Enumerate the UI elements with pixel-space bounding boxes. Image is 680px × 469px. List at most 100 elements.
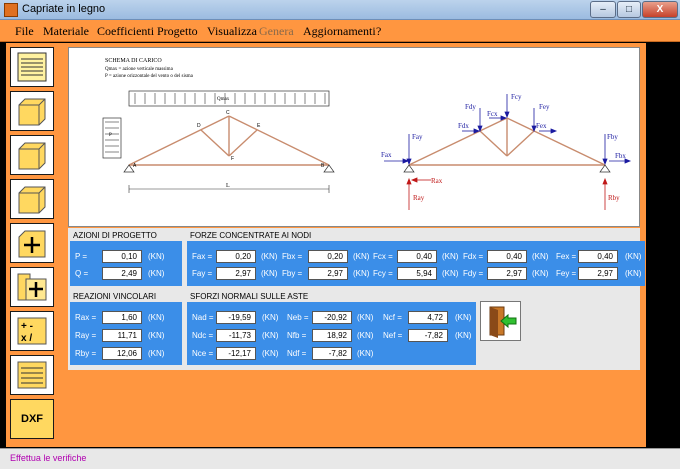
svg-text:x /: x / (21, 333, 32, 344)
tool-box1-button[interactable] (10, 91, 54, 131)
rby-field[interactable]: 12,06 (102, 347, 142, 360)
box-icon (18, 186, 46, 214)
fcx-unit: (KN) (442, 252, 459, 261)
box-icon (18, 142, 46, 170)
status-bar: Effettua le verifiche (0, 448, 680, 469)
exit-door-icon (489, 306, 516, 338)
sidebar-toolbar: + - x / DXF (6, 43, 62, 447)
fax-field[interactable]: 0,20 (216, 250, 256, 263)
force-fcy: Fcy (511, 93, 522, 101)
nef-field[interactable]: -7,82 (408, 329, 448, 342)
fax-label: Fax = (192, 252, 213, 261)
nce-field[interactable]: -12,17 (216, 347, 256, 360)
tool-document-button[interactable] (10, 47, 54, 87)
app-icon (4, 3, 18, 17)
fcx-field[interactable]: 0,40 (397, 250, 437, 263)
menu-help[interactable]: ? (376, 24, 381, 39)
neb-label: Neb = (287, 313, 309, 322)
menu-materiale[interactable]: Materiale (43, 24, 89, 39)
close-button[interactable]: X (642, 1, 678, 18)
tool-box2-button[interactable] (10, 135, 54, 175)
tool-calculate-button[interactable]: + - x / (10, 311, 54, 351)
rax-unit: (KN) (148, 313, 165, 322)
schema-title: SCHEMA DI CARICO (105, 58, 162, 64)
fex-label: Fex = (556, 252, 577, 261)
fay-field[interactable]: 2,97 (216, 267, 256, 280)
reaction-rax: Rax (431, 177, 443, 185)
menu-aggiornamenti[interactable]: Aggiornamenti (303, 24, 376, 39)
nfb-label: Nfb = (287, 331, 307, 340)
fey-label: Fey = (556, 269, 577, 278)
node-c-left: C (226, 110, 230, 116)
tool-box3-button[interactable] (10, 179, 54, 219)
exit-button[interactable] (480, 301, 521, 341)
svg-text:+ -: + - (21, 321, 33, 332)
fdx-label: Fdx = (463, 252, 484, 261)
menu-file[interactable]: File (15, 24, 34, 39)
nfb-field[interactable]: 18,92 (312, 329, 352, 342)
reaction-ray: Ray (413, 194, 425, 202)
window-title: Capriate in legno (22, 3, 106, 15)
fay-label: Fay = (192, 269, 213, 278)
menu-visualizza[interactable]: Visualizza (207, 24, 257, 39)
forze-title: FORZE CONCENTRATE AI NODI (190, 231, 312, 240)
p-label: P (109, 133, 112, 138)
tool-add-folder-button[interactable] (10, 267, 54, 307)
rby-label: Rby = (75, 349, 97, 358)
q-field[interactable]: 2,49 (102, 267, 142, 280)
p-field[interactable]: 0,10 (102, 250, 142, 263)
status-text: Effettua le verifiche (10, 453, 87, 463)
rax-field[interactable]: 1,60 (102, 311, 142, 324)
legend-p: P = azione orizzontale del vento o del s… (105, 74, 194, 79)
nce-label: Nce = (192, 349, 214, 358)
q-unit: (KN) (148, 269, 165, 278)
minimize-button[interactable]: – (590, 1, 616, 18)
rax-label: Rax = (75, 313, 97, 322)
menu-progetto[interactable]: Progetto (157, 24, 198, 39)
reazioni-title: REAZIONI VINCOLARI (73, 292, 157, 301)
force-fay: Fay (412, 133, 423, 141)
fcx-label: Fcx = (373, 252, 393, 261)
neb-field[interactable]: -20,92 (312, 311, 352, 324)
fby-field[interactable]: 2,97 (308, 267, 348, 280)
folder-plus-icon (17, 273, 47, 301)
fbx-field[interactable]: 0,20 (308, 250, 348, 263)
menu-genera[interactable]: Genera (259, 24, 294, 39)
ndf-label: Ndf = (287, 349, 307, 358)
ray-field[interactable]: 11,71 (102, 329, 142, 342)
q-label: Q = (75, 269, 89, 278)
nad-field[interactable]: -19,59 (216, 311, 256, 324)
fex-field[interactable]: 0,40 (578, 250, 618, 263)
fdx-field[interactable]: 0,40 (487, 250, 527, 263)
fdy-field[interactable]: 2,97 (487, 267, 527, 280)
ndc-field[interactable]: -11,73 (216, 329, 256, 342)
force-fey: Fey (539, 103, 550, 111)
nef-unit: (KN) (455, 331, 472, 340)
sforzi-title: SFORZI NORMALI SULLE ASTE (190, 292, 309, 301)
tool-list-button[interactable] (10, 355, 54, 395)
ray-label: Ray = (75, 331, 97, 340)
force-fex: Fex (536, 122, 547, 130)
force-fbx: Fbx (615, 152, 626, 160)
nce-unit: (KN) (262, 349, 279, 358)
node-f-left: F (231, 156, 234, 162)
tool-dxf-button[interactable]: DXF (10, 399, 54, 439)
fax-unit: (KN) (261, 252, 278, 261)
ncf-field[interactable]: 4,72 (408, 311, 448, 324)
fcy-field[interactable]: 5,94 (397, 267, 437, 280)
ndf-field[interactable]: -7,82 (312, 347, 352, 360)
nfb-unit: (KN) (357, 331, 374, 340)
fey-field[interactable]: 2,97 (578, 267, 618, 280)
p-unit: (KN) (148, 252, 165, 261)
title-bar: Capriate in legno – □ X (0, 0, 680, 20)
ncf-unit: (KN) (455, 313, 472, 322)
load-label: Qmax (217, 97, 230, 102)
fbx-label: Fbx = (282, 252, 303, 261)
maximize-button[interactable]: □ (617, 1, 641, 18)
menu-coefficienti[interactable]: Coefficienti (97, 24, 154, 39)
fdx-unit: (KN) (532, 252, 549, 261)
p-label: P = (75, 252, 88, 261)
ndf-unit: (KN) (357, 349, 374, 358)
tool-add-button[interactable] (10, 223, 54, 263)
fdy-unit: (KN) (532, 269, 549, 278)
